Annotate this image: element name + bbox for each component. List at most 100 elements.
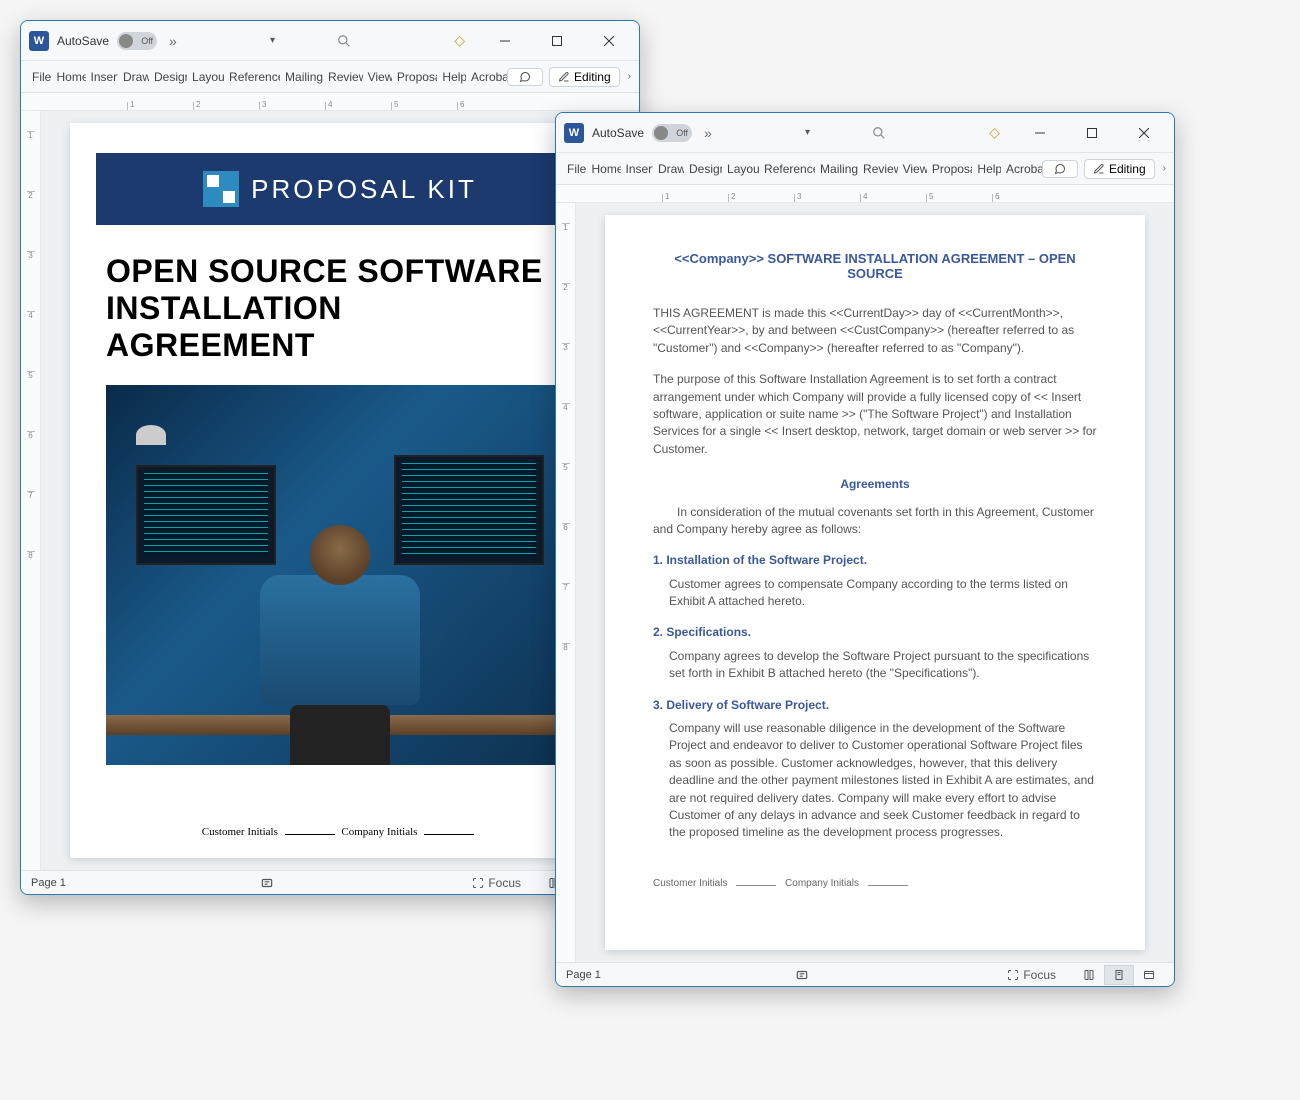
section-3-heading: 3. Delivery of Software Project. [653, 697, 1097, 714]
content-area: 1 2 3 4 5 6 7 8 PROPOSAL KIT OPEN SOURCE… [21, 111, 639, 870]
focus-button[interactable]: Focus [468, 874, 525, 892]
minimize-button[interactable] [1018, 117, 1062, 149]
page-canvas[interactable]: PROPOSAL KIT OPEN SOURCE SOFTWARE INSTAL… [41, 111, 639, 870]
tab-proposal[interactable]: Proposal [927, 156, 973, 182]
document-page[interactable]: <<Company>> SOFTWARE INSTALLATION AGREEM… [605, 215, 1145, 950]
read-mode-button[interactable] [1074, 965, 1104, 985]
word-app-icon: W [29, 31, 49, 51]
page-canvas[interactable]: <<Company>> SOFTWARE INSTALLATION AGREEM… [576, 203, 1174, 962]
premium-diamond-icon[interactable]: ◇ [444, 28, 475, 53]
editing-mode-button[interactable]: Editing [549, 67, 620, 87]
ruler-horizontal[interactable]: 1 2 3 4 5 6 [21, 93, 639, 111]
agreement-title: <<Company>> SOFTWARE INSTALLATION AGREEM… [653, 251, 1097, 281]
word-app-icon: W [564, 123, 584, 143]
search-icon[interactable] [862, 122, 896, 144]
tab-view[interactable]: View [898, 156, 927, 182]
search-icon[interactable] [327, 30, 361, 52]
autosave-toggle[interactable]: Off [652, 124, 692, 142]
ruler-vertical[interactable]: 1 2 3 4 5 6 7 8 [556, 203, 576, 962]
view-switcher [1074, 965, 1164, 985]
tab-mailings[interactable]: Mailings [815, 156, 858, 182]
tab-acrobat[interactable]: Acrobat [1001, 156, 1042, 182]
accessibility-icon[interactable] [256, 874, 278, 892]
customer-initials-blank[interactable] [736, 885, 776, 886]
statusbar: Page 1 Focus [21, 870, 639, 894]
ribbon-tabs: File Home Insert Draw Design Layout Refe… [21, 61, 639, 93]
editing-mode-button[interactable]: Editing [1084, 159, 1155, 179]
comments-button[interactable] [507, 68, 543, 86]
tab-insert[interactable]: Insert [621, 156, 654, 182]
tab-insert[interactable]: Insert [86, 64, 119, 90]
comments-button[interactable] [1042, 160, 1078, 178]
autosave-label: AutoSave [592, 126, 644, 140]
page-indicator[interactable]: Page 1 [566, 969, 601, 981]
word-window-cover: W AutoSave Off » ▾ ◇ File Home Insert Dr… [20, 20, 640, 895]
tab-draw[interactable]: Draw [118, 64, 149, 90]
section-2-heading: 2. Specifications. [653, 624, 1097, 641]
agreements-heading: Agreements [653, 476, 1097, 493]
page-indicator[interactable]: Page 1 [31, 877, 66, 889]
word-window-agreement: W AutoSave Off » ▾ ◇ File Home Insert Dr… [555, 112, 1175, 987]
tab-file[interactable]: File [562, 156, 587, 182]
tab-home[interactable]: Home [52, 64, 86, 90]
ribbon-overflow-icon[interactable]: › [1161, 163, 1168, 174]
initials-line: Customer Initials Company Initials [653, 878, 1097, 889]
hero-image [106, 385, 574, 765]
tab-review[interactable]: Review [858, 156, 898, 182]
title-dropdown-icon[interactable]: ▾ [799, 127, 816, 138]
tab-design[interactable]: Design [149, 64, 187, 90]
tab-view[interactable]: View [363, 64, 392, 90]
close-button[interactable] [587, 25, 631, 57]
tab-file[interactable]: File [27, 64, 52, 90]
document-page[interactable]: PROPOSAL KIT OPEN SOURCE SOFTWARE INSTAL… [70, 123, 610, 858]
consideration-paragraph: In consideration of the mutual covenants… [653, 504, 1097, 539]
intro-paragraph-1: THIS AGREEMENT is made this <<CurrentDay… [653, 305, 1097, 357]
section-1-body: Customer agrees to compensate Company ac… [653, 576, 1097, 611]
ruler-vertical[interactable]: 1 2 3 4 5 6 7 8 [21, 111, 41, 870]
titlebar: W AutoSave Off » ▾ ◇ [21, 21, 639, 61]
intro-paragraph-2: The purpose of this Software Installatio… [653, 371, 1097, 458]
section-2-body: Company agrees to develop the Software P… [653, 648, 1097, 683]
tab-review[interactable]: Review [323, 64, 363, 90]
tab-layout[interactable]: Layout [722, 156, 759, 182]
tab-layout[interactable]: Layout [187, 64, 224, 90]
statusbar: Page 1 Focus [556, 962, 1174, 986]
autosave-toggle[interactable]: Off [117, 32, 157, 50]
brand-text: PROPOSAL KIT [251, 174, 477, 205]
tab-mailings[interactable]: Mailings [280, 64, 323, 90]
section-3-body: Company will use reasonable diligence in… [653, 720, 1097, 842]
brand-banner: PROPOSAL KIT [96, 153, 584, 225]
customer-initials-blank[interactable] [285, 834, 335, 835]
quick-access-more-icon[interactable]: » [700, 125, 716, 141]
titlebar: W AutoSave Off » ▾ ◇ [556, 113, 1174, 153]
initials-line: Customer Initials Company Initials [106, 826, 574, 838]
tab-draw[interactable]: Draw [653, 156, 684, 182]
close-button[interactable] [1122, 117, 1166, 149]
ribbon-tabs: File Home Insert Draw Design Layout Refe… [556, 153, 1174, 185]
content-area: 1 2 3 4 5 6 7 8 <<Company>> SOFTWARE INS… [556, 203, 1174, 962]
tab-proposal[interactable]: Proposal [392, 64, 438, 90]
title-dropdown-icon[interactable]: ▾ [264, 35, 281, 46]
tab-help[interactable]: Help [437, 64, 466, 90]
company-initials-blank[interactable] [868, 885, 908, 886]
quick-access-more-icon[interactable]: » [165, 33, 181, 49]
ruler-horizontal[interactable]: 1 2 3 4 5 6 [556, 185, 1174, 203]
web-layout-button[interactable] [1134, 965, 1164, 985]
company-initials-blank[interactable] [424, 834, 474, 835]
tab-references[interactable]: References [224, 64, 280, 90]
ribbon-overflow-icon[interactable]: › [626, 71, 633, 82]
tab-design[interactable]: Design [684, 156, 722, 182]
tab-acrobat[interactable]: Acrobat [466, 64, 507, 90]
autosave-label: AutoSave [57, 34, 109, 48]
premium-diamond-icon[interactable]: ◇ [979, 120, 1010, 145]
minimize-button[interactable] [483, 25, 527, 57]
tab-help[interactable]: Help [972, 156, 1001, 182]
maximize-button[interactable] [1070, 117, 1114, 149]
tab-references[interactable]: References [759, 156, 815, 182]
print-layout-button[interactable] [1104, 965, 1134, 985]
focus-button[interactable]: Focus [1003, 966, 1060, 984]
tab-home[interactable]: Home [587, 156, 621, 182]
document-title: OPEN SOURCE SOFTWARE INSTALLATION AGREEM… [106, 253, 574, 363]
accessibility-icon[interactable] [791, 966, 813, 984]
maximize-button[interactable] [535, 25, 579, 57]
